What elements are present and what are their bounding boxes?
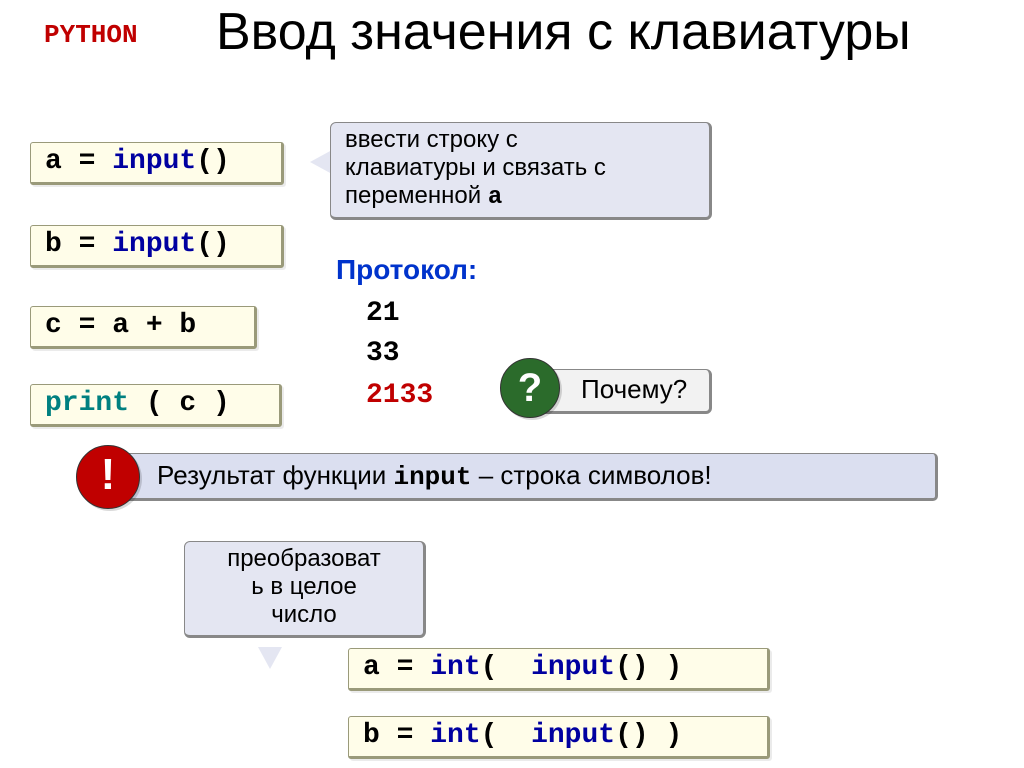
code-box-c-ab: c = a + b bbox=[30, 306, 257, 349]
callout-tail-down-icon bbox=[258, 647, 282, 669]
code-box-b-input: b = input() bbox=[30, 225, 284, 268]
protocol-label: Протокол: bbox=[336, 254, 477, 286]
protocol-val-2: 33 bbox=[366, 338, 400, 369]
question-icon: ? bbox=[500, 358, 560, 418]
python-label: Python bbox=[44, 20, 138, 50]
code-box-a-input: a = input() bbox=[30, 142, 284, 185]
page-title: Ввод значения с клавиатуры bbox=[216, 4, 986, 60]
code-box-b-int-input: b = int( input() ) bbox=[348, 716, 770, 759]
code-box-print-c: print ( c ) bbox=[30, 384, 282, 427]
exclamation-icon: ! bbox=[76, 445, 140, 509]
why-pill: Почему? bbox=[538, 369, 712, 414]
code-box-a-int-input: a = int( input() ) bbox=[348, 648, 770, 691]
protocol-val-3: 2133 bbox=[366, 380, 433, 411]
protocol-val-1: 21 bbox=[366, 298, 400, 329]
result-callout: Результат функции input – строка символо… bbox=[100, 453, 938, 501]
callout-input-string: ввести строку с клавиатуры и связать с п… bbox=[330, 122, 712, 220]
callout-int-convert: преобразоват ь в целое число bbox=[184, 541, 426, 638]
callout-tail-icon bbox=[310, 150, 332, 174]
